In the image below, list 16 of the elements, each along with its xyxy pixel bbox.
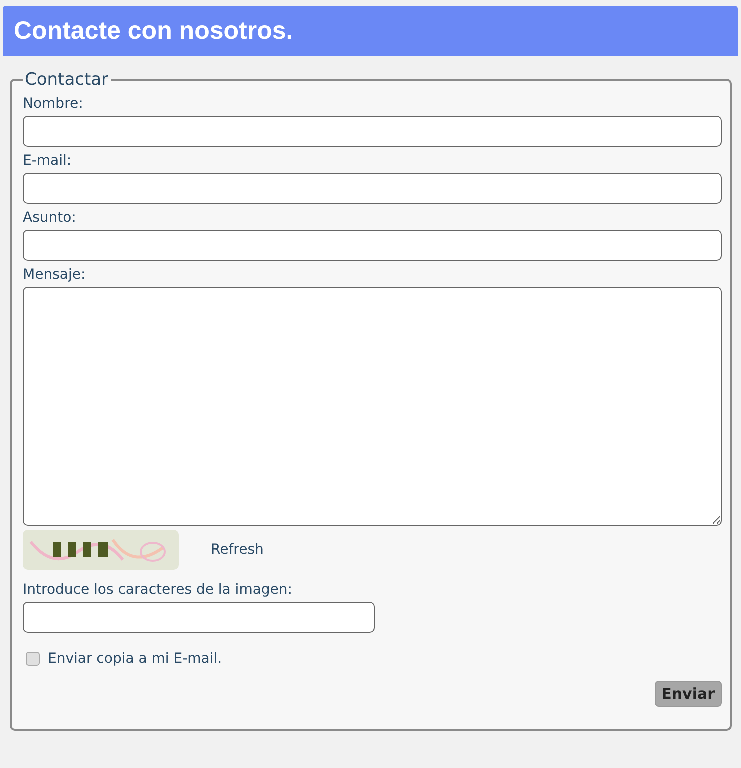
field-label: Introduce los caracteres de la imagen:: [23, 581, 294, 599]
input-field[interactable]: [23, 230, 722, 261]
checkbox-label: Enviar copia a mi E-mail.: [48, 651, 222, 667]
field-label: E-mail:: [23, 152, 73, 170]
message-field[interactable]: [23, 287, 722, 526]
input-field[interactable]: [23, 173, 722, 204]
submit-button[interactable]: Enviar: [654, 681, 722, 707]
field-label: Asunto:: [23, 209, 78, 227]
field-label: Mensaje:: [23, 266, 87, 284]
input-field[interactable]: [23, 116, 722, 147]
page-title: Contacte con nosotros.: [14, 16, 294, 46]
field-label: Nombre:: [23, 95, 84, 113]
fieldset-legend: Contactar: [23, 70, 111, 90]
captcha-field[interactable]: [23, 602, 375, 633]
checkbox[interactable]: [26, 652, 40, 666]
refresh-link[interactable]: Refresh: [211, 542, 264, 558]
